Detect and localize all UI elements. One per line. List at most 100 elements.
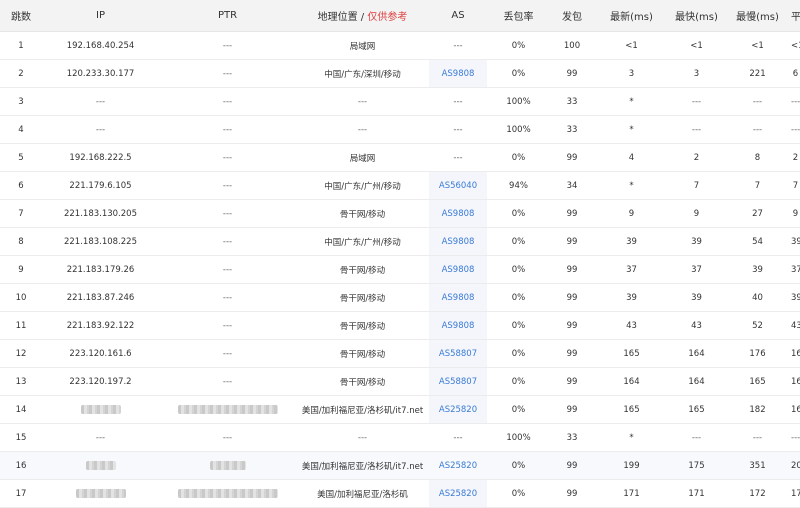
cell-best: --- — [669, 87, 724, 116]
cell-last: 199 — [594, 451, 669, 480]
cell-best: --- — [669, 115, 724, 144]
as-link[interactable]: AS25820 — [439, 461, 477, 471]
cell-worst: 54 — [724, 227, 791, 256]
cell-geo: 美国/加利福尼亚/洛杉矶/it7.net — [296, 451, 429, 480]
cell-hop: 1 — [0, 31, 42, 60]
as-link[interactable]: AS58807 — [439, 377, 477, 387]
cell-geo: 美国/加利福尼亚/洛杉矶 — [296, 479, 429, 508]
cell-loss: 0% — [487, 311, 550, 340]
cell-ip: 221.183.92.122 — [42, 311, 159, 340]
cell-worst: 176 — [724, 339, 791, 368]
cell-ptr: --- — [159, 143, 296, 172]
cell-avg: 9 — [791, 199, 800, 228]
cell-loss: 0% — [487, 199, 550, 228]
col-header-loss: 丢包率 — [487, 0, 550, 32]
cell-sent: 99 — [550, 311, 594, 340]
as-link[interactable]: AS9808 — [442, 293, 475, 303]
table-header-row: 跳数 IP PTR 地理位置 / 仅供参考 AS 丢包率 发包 最新(ms) 最… — [0, 0, 800, 32]
cell-ip: --- — [42, 115, 159, 144]
cell-hop: 6 — [0, 171, 42, 200]
table-row: 7 221.183.130.205 --- 骨干网/移动 AS9808 0% 99 9 9 27 9 — [0, 199, 800, 228]
cell-worst: 39 — [724, 255, 791, 284]
cell-hop: 12 — [0, 339, 42, 368]
cell-as: AS58807 — [429, 367, 487, 396]
as-link[interactable]: AS25820 — [439, 489, 477, 499]
cell-last: 9 — [594, 199, 669, 228]
cell-ip: 221.183.179.26 — [42, 255, 159, 284]
cell-avg: 39 — [791, 283, 800, 312]
cell-as: --- — [429, 115, 487, 144]
cell-sent: 34 — [550, 171, 594, 200]
cell-best: 9 — [669, 199, 724, 228]
as-link[interactable]: AS9808 — [442, 265, 475, 275]
col-header-best: 最快(ms) — [669, 0, 724, 32]
cell-best: 7 — [669, 171, 724, 200]
cell-avg: 171 — [791, 479, 800, 508]
cell-best: 171 — [669, 479, 724, 508]
as-link[interactable]: AS25820 — [439, 405, 477, 415]
cell-sent: 99 — [550, 255, 594, 284]
cell-loss: 100% — [487, 115, 550, 144]
cell-worst: 165 — [724, 367, 791, 396]
as-link[interactable]: AS58807 — [439, 349, 477, 359]
col-header-geo-reference: 仅供参考 — [367, 12, 408, 23]
redacted-text — [75, 488, 126, 498]
cell-best: 39 — [669, 227, 724, 256]
cell-ip — [42, 479, 159, 508]
cell-best: 2 — [669, 143, 724, 172]
cell-last: 3 — [594, 59, 669, 88]
table-row: 5 192.168.222.5 --- 局域网 --- 0% 99 4 2 8 2 — [0, 143, 800, 172]
cell-loss: 0% — [487, 31, 550, 60]
cell-last: * — [594, 87, 669, 116]
as-link[interactable]: AS9808 — [442, 209, 475, 219]
cell-worst: 172 — [724, 479, 791, 508]
cell-as: AS25820 — [429, 479, 487, 508]
col-header-sent: 发包 — [550, 0, 594, 32]
cell-ptr: --- — [159, 171, 296, 200]
cell-ptr — [159, 479, 296, 508]
cell-geo: --- — [296, 87, 429, 116]
cell-as: AS25820 — [429, 395, 487, 424]
cell-last: 37 — [594, 255, 669, 284]
table-row: 8 221.183.108.225 --- 中国/广东/广州/移动 AS9808 0% 99… — [0, 227, 800, 256]
as-link[interactable]: AS9808 — [442, 69, 475, 79]
cell-ip: 223.120.197.2 — [42, 367, 159, 396]
cell-sent: 33 — [550, 423, 594, 452]
as-link[interactable]: AS56040 — [439, 181, 477, 191]
cell-sent: 33 — [550, 87, 594, 116]
cell-hop: 10 — [0, 283, 42, 312]
cell-geo: 骨干网/移动 — [296, 283, 429, 312]
cell-geo: 局域网 — [296, 31, 429, 60]
cell-avg: --- — [791, 115, 800, 144]
cell-last: <1 — [594, 31, 669, 60]
cell-hop: 4 — [0, 115, 42, 144]
table-row: 13 223.120.197.2 --- 骨干网/移动 AS58807 0% 99 164 16… — [0, 367, 800, 396]
cell-hop: 9 — [0, 255, 42, 284]
cell-worst: --- — [724, 423, 791, 452]
cell-loss: 0% — [487, 451, 550, 480]
cell-ptr: --- — [159, 283, 296, 312]
cell-ip — [42, 395, 159, 424]
cell-last: 43 — [594, 311, 669, 340]
cell-as: AS9808 — [429, 59, 487, 88]
cell-best: 37 — [669, 255, 724, 284]
cell-avg: 165 — [791, 395, 800, 424]
cell-geo: 骨干网/移动 — [296, 367, 429, 396]
col-header-geo-label: 地理位置 / — [317, 12, 368, 23]
cell-geo: 骨干网/移动 — [296, 339, 429, 368]
cell-avg: --- — [791, 423, 800, 452]
cell-last: 4 — [594, 143, 669, 172]
as-link[interactable]: AS9808 — [442, 321, 475, 331]
cell-geo: --- — [296, 115, 429, 144]
cell-ip: 221.179.6.105 — [42, 171, 159, 200]
cell-worst: 52 — [724, 311, 791, 340]
cell-hop: 16 — [0, 451, 42, 480]
cell-geo: 局域网 — [296, 143, 429, 172]
cell-hop: 11 — [0, 311, 42, 340]
col-header-hop: 跳数 — [0, 0, 42, 32]
cell-ptr: --- — [159, 87, 296, 116]
cell-worst: 27 — [724, 199, 791, 228]
cell-loss: 0% — [487, 479, 550, 508]
redacted-text — [80, 404, 121, 414]
as-link[interactable]: AS9808 — [442, 237, 475, 247]
